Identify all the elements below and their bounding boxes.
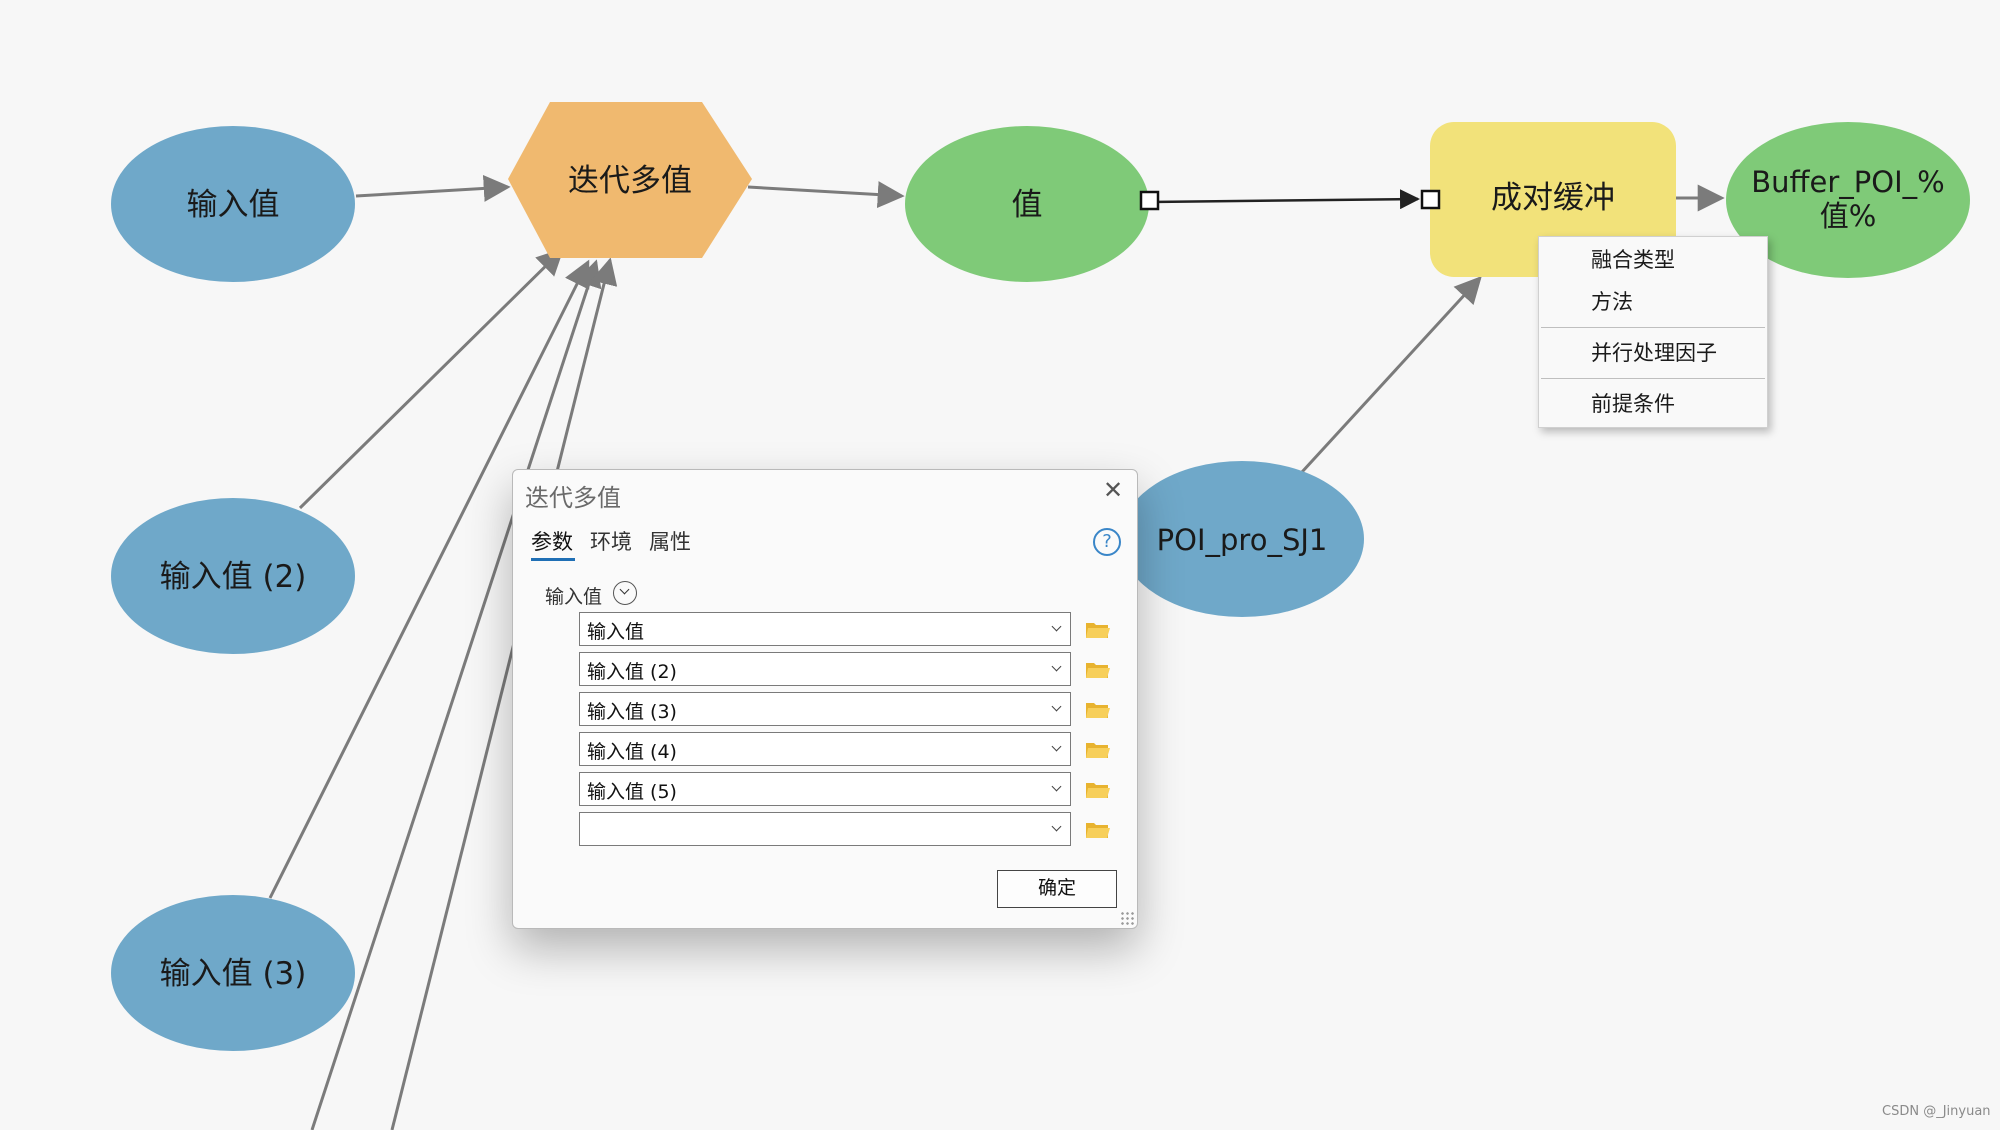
ok-button[interactable]: 确定: [997, 870, 1117, 908]
folder-icon[interactable]: [1085, 620, 1111, 640]
active-tab-indicator: [531, 558, 575, 561]
input-value-dropdown[interactable]: 输入值 (5): [579, 772, 1071, 806]
close-icon[interactable]: ✕: [1103, 478, 1123, 502]
input-value-dropdown[interactable]: 输入值 (2): [579, 652, 1071, 686]
resize-grip-icon[interactable]: [1120, 911, 1134, 925]
chevron-down-icon: [1051, 621, 1062, 632]
dropdown-value: 输入值: [587, 621, 645, 643]
input-value-label-3: 输入值 (3): [160, 956, 307, 992]
poi-node-label: POI_pro_SJ1: [1157, 523, 1328, 557]
pairwise-buffer-label: 成对缓冲: [1491, 180, 1615, 216]
collapse-icon[interactable]: [613, 581, 637, 605]
input-value-label-1: 输入值: [187, 187, 280, 223]
dialog-title: 迭代多值: [525, 484, 621, 512]
connector-poi-to-buffer[interactable]: [1300, 276, 1482, 474]
connector-iterate-to-value[interactable]: [747, 181, 905, 209]
dropdown-value: 输入值 (4): [587, 741, 677, 763]
chevron-down-icon: [1051, 661, 1062, 672]
dropdown-value: 输入值 (3): [587, 701, 677, 723]
folder-icon[interactable]: [1085, 820, 1111, 840]
input-value-dropdown-empty[interactable]: [579, 812, 1071, 846]
dropdown-value: 输入值 (5): [587, 781, 677, 803]
folder-icon[interactable]: [1085, 700, 1111, 720]
menu-separator: [1541, 378, 1765, 379]
tab-parameters[interactable]: 参数: [531, 526, 573, 556]
help-icon[interactable]: ?: [1093, 528, 1121, 556]
watermark: CSDN @_Jinyuan: [1882, 1104, 1991, 1119]
chevron-down-icon: [1051, 741, 1062, 752]
tab-properties[interactable]: 属性: [649, 526, 691, 556]
input-value-label-2: 输入值 (2): [160, 559, 307, 595]
chevron-down-icon: [1051, 821, 1062, 832]
folder-icon[interactable]: [1085, 660, 1111, 680]
menu-item-parallel-processing-factor[interactable]: 并行处理因子: [1591, 333, 1717, 373]
input-value-dropdown[interactable]: 输入值: [579, 612, 1071, 646]
menu-item-dissolve-type[interactable]: 融合类型: [1591, 240, 1675, 280]
tab-environments[interactable]: 环境: [590, 526, 632, 556]
chevron-down-icon: [1051, 781, 1062, 792]
input-values-section-label: 输入值: [545, 586, 603, 608]
folder-icon[interactable]: [1085, 780, 1111, 800]
drag-connection-line[interactable]: [1149, 189, 1420, 210]
iterate-node-label: 迭代多值: [568, 163, 692, 199]
input-value-dropdown[interactable]: 输入值 (4): [579, 732, 1071, 766]
buffer-output-label-line2: 值%: [1820, 199, 1877, 233]
dropdown-value: 输入值 (2): [587, 661, 677, 683]
menu-item-method[interactable]: 方法: [1591, 282, 1633, 322]
menu-item-precondition[interactable]: 前提条件: [1591, 384, 1675, 424]
buffer-output-label-line1: Buffer_POI_%: [1751, 165, 1944, 199]
menu-separator: [1541, 327, 1765, 328]
connection-end-handle[interactable]: [1420, 189, 1441, 210]
connection-start-handle[interactable]: [1139, 190, 1160, 211]
chevron-down-icon: [1051, 701, 1062, 712]
parameter-context-menu: 融合类型 方法 并行处理因子 前提条件: [1538, 236, 1768, 428]
connector-input1-to-iterate[interactable]: [355, 174, 511, 202]
iterate-multiple-values-dialog: 迭代多值 ✕ 参数 环境 属性 ? 输入值 输入值 输入值 (2) 输入值 (3…: [512, 469, 1138, 929]
value-node-label: 值: [1012, 187, 1043, 223]
folder-icon[interactable]: [1085, 740, 1111, 760]
input-value-dropdown[interactable]: 输入值 (3): [579, 692, 1071, 726]
